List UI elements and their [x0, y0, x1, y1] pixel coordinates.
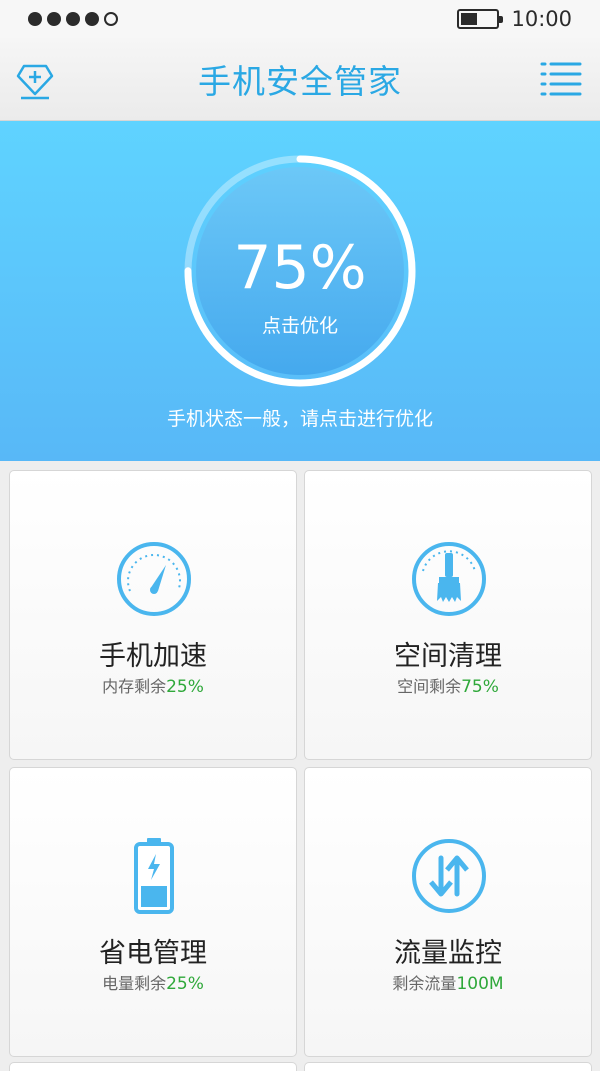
card-title: 空间清理 — [394, 641, 502, 672]
brush-icon — [412, 542, 486, 616]
card-title: 流量监控 — [394, 938, 502, 969]
status-time: 10:00 — [511, 7, 572, 31]
card-phone-speedup[interactable]: 手机加速 内存剩余25% — [9, 470, 297, 760]
card-subtitle: 空间剩余75% — [397, 677, 499, 697]
menu-icon[interactable] — [540, 60, 582, 98]
battery-icon — [134, 838, 174, 914]
phone-status-message: 手机状态一般，请点击进行优化 — [166, 408, 433, 430]
card-power-saving[interactable]: 省电管理 电量剩余25% — [9, 767, 297, 1057]
transfer-arrows-icon — [412, 839, 486, 913]
card-subtitle: 内存剩余25% — [102, 677, 204, 697]
card-title: 手机加速 — [99, 641, 207, 672]
card-space-cleanup[interactable]: 空间清理 空间剩余75% — [304, 470, 592, 760]
tap-to-optimize-label[interactable]: 点击优化 — [182, 311, 418, 338]
signal-strength-icon — [28, 12, 118, 26]
card-partial[interactable] — [9, 1062, 297, 1071]
optimization-panel: 75% 点击优化 手机状态一般，请点击进行优化 — [0, 121, 600, 461]
card-partial[interactable] — [304, 1062, 592, 1071]
speedometer-icon — [117, 542, 191, 616]
card-title: 省电管理 — [99, 938, 207, 969]
diamond-plus-icon[interactable] — [16, 60, 54, 100]
page-title: 手机安全管家 — [198, 62, 402, 101]
card-subtitle: 电量剩余25% — [102, 974, 204, 994]
battery-status-icon — [457, 9, 504, 29]
card-subtitle: 剩余流量100M — [392, 974, 504, 994]
card-data-monitor[interactable]: 流量监控 剩余流量100M — [304, 767, 592, 1057]
title-bar: 手机安全管家 — [0, 38, 600, 121]
status-bar: 10:00 — [0, 0, 600, 38]
score-percent: 75% — [233, 233, 367, 303]
